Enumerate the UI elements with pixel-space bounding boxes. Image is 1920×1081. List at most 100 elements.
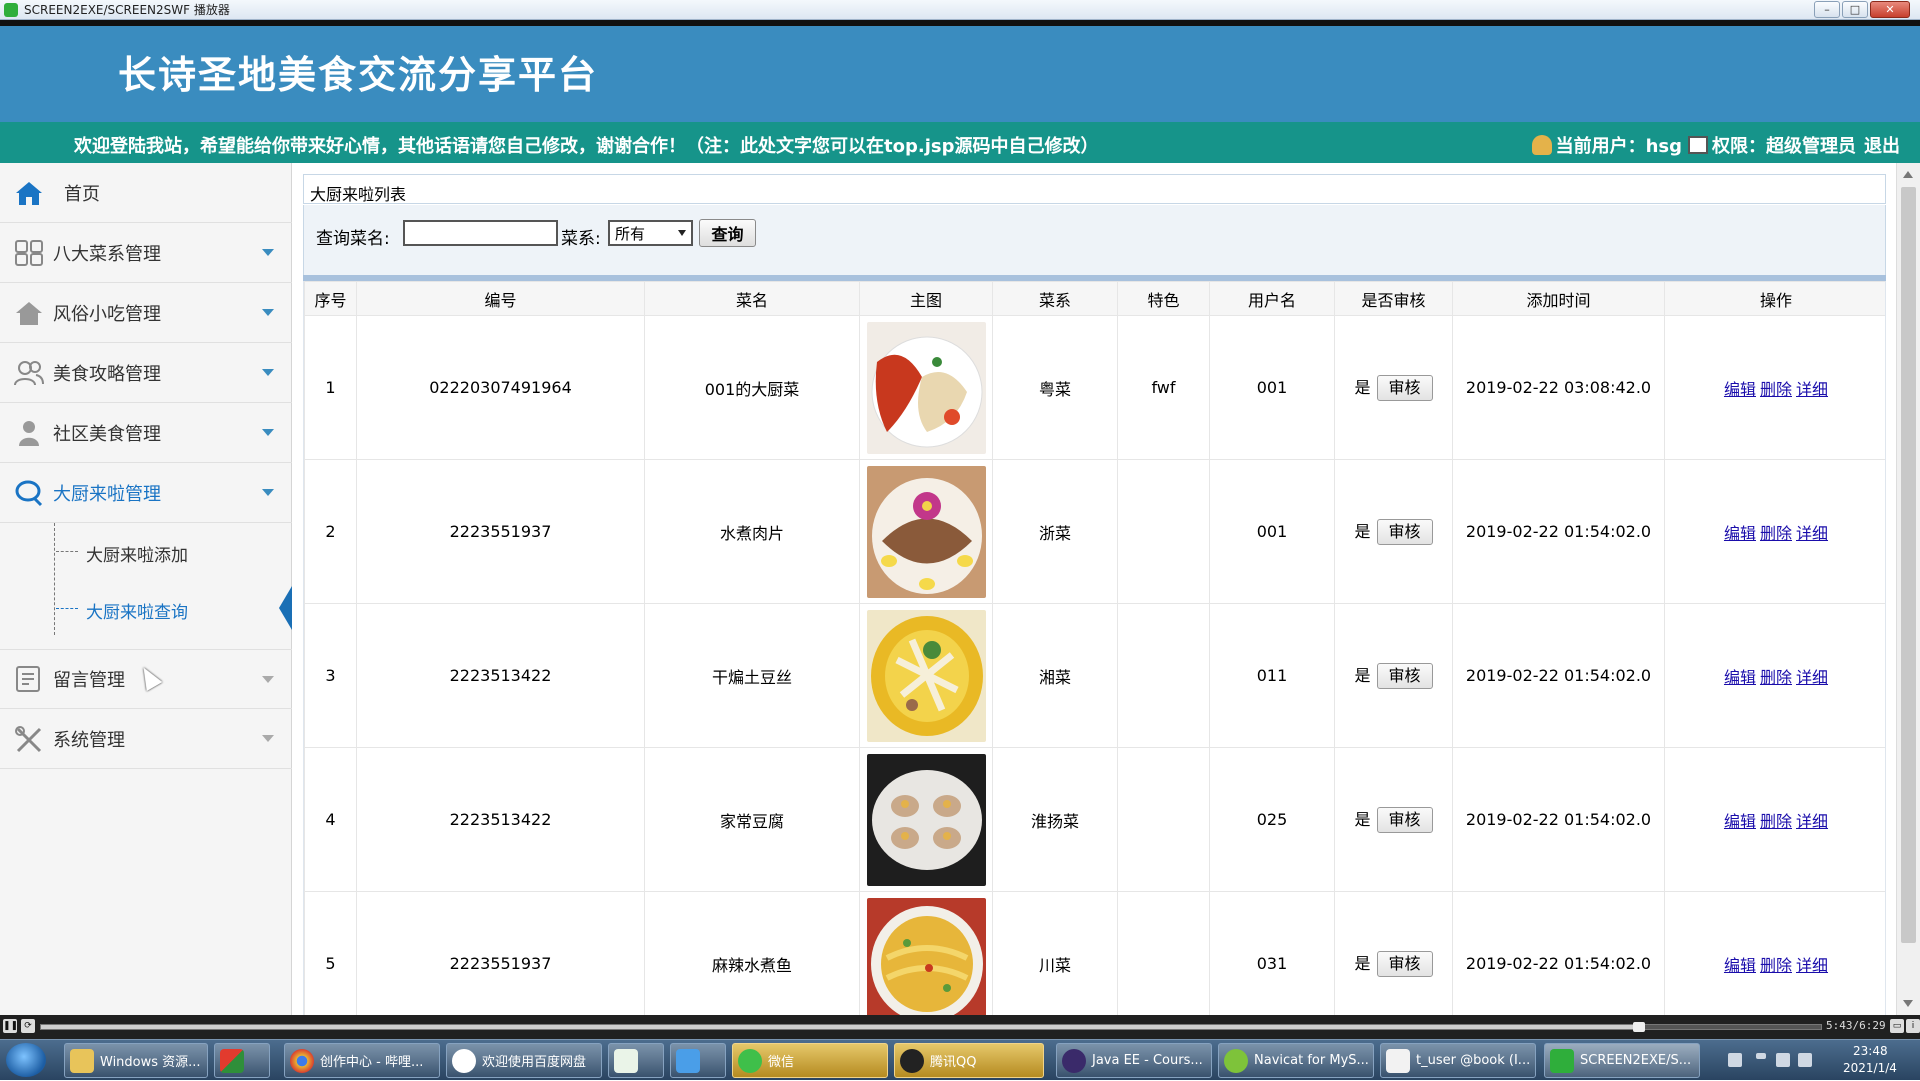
sidebar-subitem-chef-add[interactable]: 大厨来啦添加	[0, 523, 292, 580]
audit-button[interactable]: 审核	[1376, 807, 1433, 833]
cell-index: 3	[304, 603, 357, 748]
taskbar-item-label: SCREEN2EXE/S...	[1580, 1053, 1692, 1068]
close-button[interactable]: ✕	[1870, 1, 1910, 18]
cloud-icon	[452, 1048, 476, 1073]
cell-actions: 编辑 删除 详细	[1664, 603, 1885, 748]
edit-link[interactable]: 编辑	[1724, 812, 1756, 831]
delete-link[interactable]: 删除	[1760, 668, 1792, 687]
message-board-icon	[16, 666, 40, 692]
sidebar-item-cuisines[interactable]: 八大菜系管理	[0, 223, 292, 283]
dish-table: 序号 编号 菜名 主图 菜系 特色 用户名 是否审核 添加时间 操作 1 022…	[303, 281, 1886, 1015]
delete-link[interactable]: 删除	[1760, 524, 1792, 543]
keyboard-icon[interactable]	[1728, 1053, 1742, 1067]
dish-photo-potato-soup[interactable]	[866, 609, 986, 742]
taskbar-item-qq[interactable]: 腾讯QQ	[894, 1043, 1044, 1078]
table-header-row: 序号 编号 菜名 主图 菜系 特色 用户名 是否审核 添加时间 操作	[304, 281, 1885, 316]
sidebar-item-system[interactable]: 系统管理	[0, 709, 292, 769]
header-main-image: 主图	[859, 281, 993, 316]
network-icon[interactable]	[1798, 1053, 1812, 1067]
taskbar-item-navicat[interactable]: Navicat for MyS...	[1218, 1043, 1374, 1078]
start-button[interactable]	[6, 1043, 46, 1077]
sidebar-subitem-chef-query[interactable]: 大厨来啦查询	[0, 580, 292, 637]
taskbar-item-app[interactable]	[214, 1043, 270, 1078]
clock-date[interactable]: 2021/1/4	[1843, 1061, 1897, 1075]
wechat-icon	[738, 1048, 762, 1073]
scroll-up-icon[interactable]	[1903, 171, 1913, 178]
scroll-down-icon[interactable]	[1903, 1000, 1913, 1007]
taskbar-item-chrome[interactable]: 创作中心 - 哔哩...	[284, 1043, 440, 1078]
screen2exe-icon	[1550, 1048, 1574, 1073]
maximize-button[interactable]: □	[1842, 1, 1868, 18]
playback-progress[interactable]	[40, 1022, 1822, 1032]
cell-audited: 是审核	[1334, 315, 1453, 460]
taskbar-item-explorer[interactable]: Windows 资源...	[64, 1043, 208, 1078]
audited-value: 是	[1354, 666, 1371, 685]
audit-button[interactable]: 审核	[1376, 375, 1433, 401]
header-index: 序号	[304, 281, 357, 316]
cell-cuisine: 浙菜	[992, 459, 1118, 604]
clock-time[interactable]: 23:48	[1853, 1044, 1888, 1058]
delete-link[interactable]: 删除	[1760, 956, 1792, 975]
folder-icon	[70, 1048, 94, 1073]
fullscreen-icon[interactable]: ▭	[1890, 1019, 1904, 1033]
dish-name-input[interactable]	[403, 220, 558, 246]
taskbar-item-label: t_user @book (I...	[1416, 1053, 1531, 1068]
sidebar-item-guides[interactable]: 美食攻略管理	[0, 343, 292, 403]
taskbar-item-doc-app[interactable]	[670, 1043, 726, 1078]
search-button[interactable]: 查询	[699, 219, 756, 247]
taskbar-item-baidu-netdisk[interactable]: 欢迎使用百度网盘	[446, 1043, 602, 1078]
loop-icon[interactable]: ⟳	[21, 1019, 35, 1033]
cell-dish-name: 干煸土豆丝	[644, 603, 860, 748]
dish-photo-scallops[interactable]	[866, 753, 986, 886]
detail-link[interactable]: 详细	[1796, 668, 1828, 687]
logout-link[interactable]: 退出	[1864, 132, 1900, 158]
page-scrollbar[interactable]	[1896, 163, 1920, 1015]
dish-photo-lobster[interactable]	[866, 321, 986, 454]
window-controls: – □ ✕	[1812, 1, 1910, 18]
tray-expand-icon[interactable]	[1756, 1053, 1766, 1059]
chevron-down-icon	[262, 369, 274, 376]
cell-added-time: 2019-02-22 01:54:02.0	[1452, 459, 1665, 604]
audit-button[interactable]: 审核	[1376, 519, 1433, 545]
dish-photo-fish[interactable]	[866, 897, 986, 1016]
taskbar-item-wechat[interactable]: 微信	[732, 1043, 888, 1078]
info-icon[interactable]: i	[1906, 1019, 1920, 1033]
pause-icon[interactable]: ❚❚	[3, 1019, 18, 1033]
sidebar-item-community[interactable]: 社区美食管理	[0, 403, 292, 463]
edit-link[interactable]: 编辑	[1724, 524, 1756, 543]
dropdown-arrow-icon	[678, 230, 686, 236]
detail-link[interactable]: 详细	[1796, 956, 1828, 975]
taskbar-item-table[interactable]: t_user @book (I...	[1380, 1043, 1536, 1078]
scrollbar-thumb[interactable]	[1901, 187, 1916, 943]
detail-link[interactable]: 详细	[1796, 812, 1828, 831]
detail-link[interactable]: 详细	[1796, 380, 1828, 399]
minimize-button[interactable]: –	[1814, 1, 1840, 18]
taskbar-item-screen2exe[interactable]: SCREEN2EXE/S...	[1544, 1043, 1700, 1078]
home-icon	[16, 181, 42, 205]
edit-link[interactable]: 编辑	[1724, 668, 1756, 687]
edit-link[interactable]: 编辑	[1724, 956, 1756, 975]
tree-dash	[56, 551, 78, 552]
taskbar-item-chart-app[interactable]	[608, 1043, 664, 1078]
sidebar-item-label: 风俗小吃管理	[53, 303, 161, 325]
taskbar-item-label: 创作中心 - 哔哩...	[320, 1055, 424, 1070]
edit-link[interactable]: 编辑	[1724, 380, 1756, 399]
cuisine-label: 菜系:	[561, 229, 601, 249]
delete-link[interactable]: 删除	[1760, 380, 1792, 399]
taskbar-item-eclipse[interactable]: Java EE - Cours...	[1056, 1043, 1212, 1078]
sidebar-item-snacks[interactable]: 风俗小吃管理	[0, 283, 292, 343]
audit-button[interactable]: 审核	[1376, 663, 1433, 689]
cell-image	[859, 603, 993, 748]
audit-button[interactable]: 审核	[1376, 951, 1433, 977]
volume-icon[interactable]	[1776, 1053, 1790, 1067]
eclipse-icon	[1062, 1048, 1086, 1073]
cell-cuisine: 淮扬菜	[992, 747, 1118, 892]
sidebar-item-home[interactable]: 首页	[0, 163, 292, 223]
playback-knob[interactable]	[1633, 1022, 1645, 1032]
detail-link[interactable]: 详细	[1796, 524, 1828, 543]
dish-photo-sliced-meat[interactable]	[866, 465, 986, 598]
sidebar-item-chef[interactable]: 大厨来啦管理	[0, 463, 292, 523]
cuisine-select[interactable]: 所有	[608, 220, 693, 246]
delete-link[interactable]: 删除	[1760, 812, 1792, 831]
cell-actions: 编辑 删除 详细	[1664, 747, 1885, 892]
